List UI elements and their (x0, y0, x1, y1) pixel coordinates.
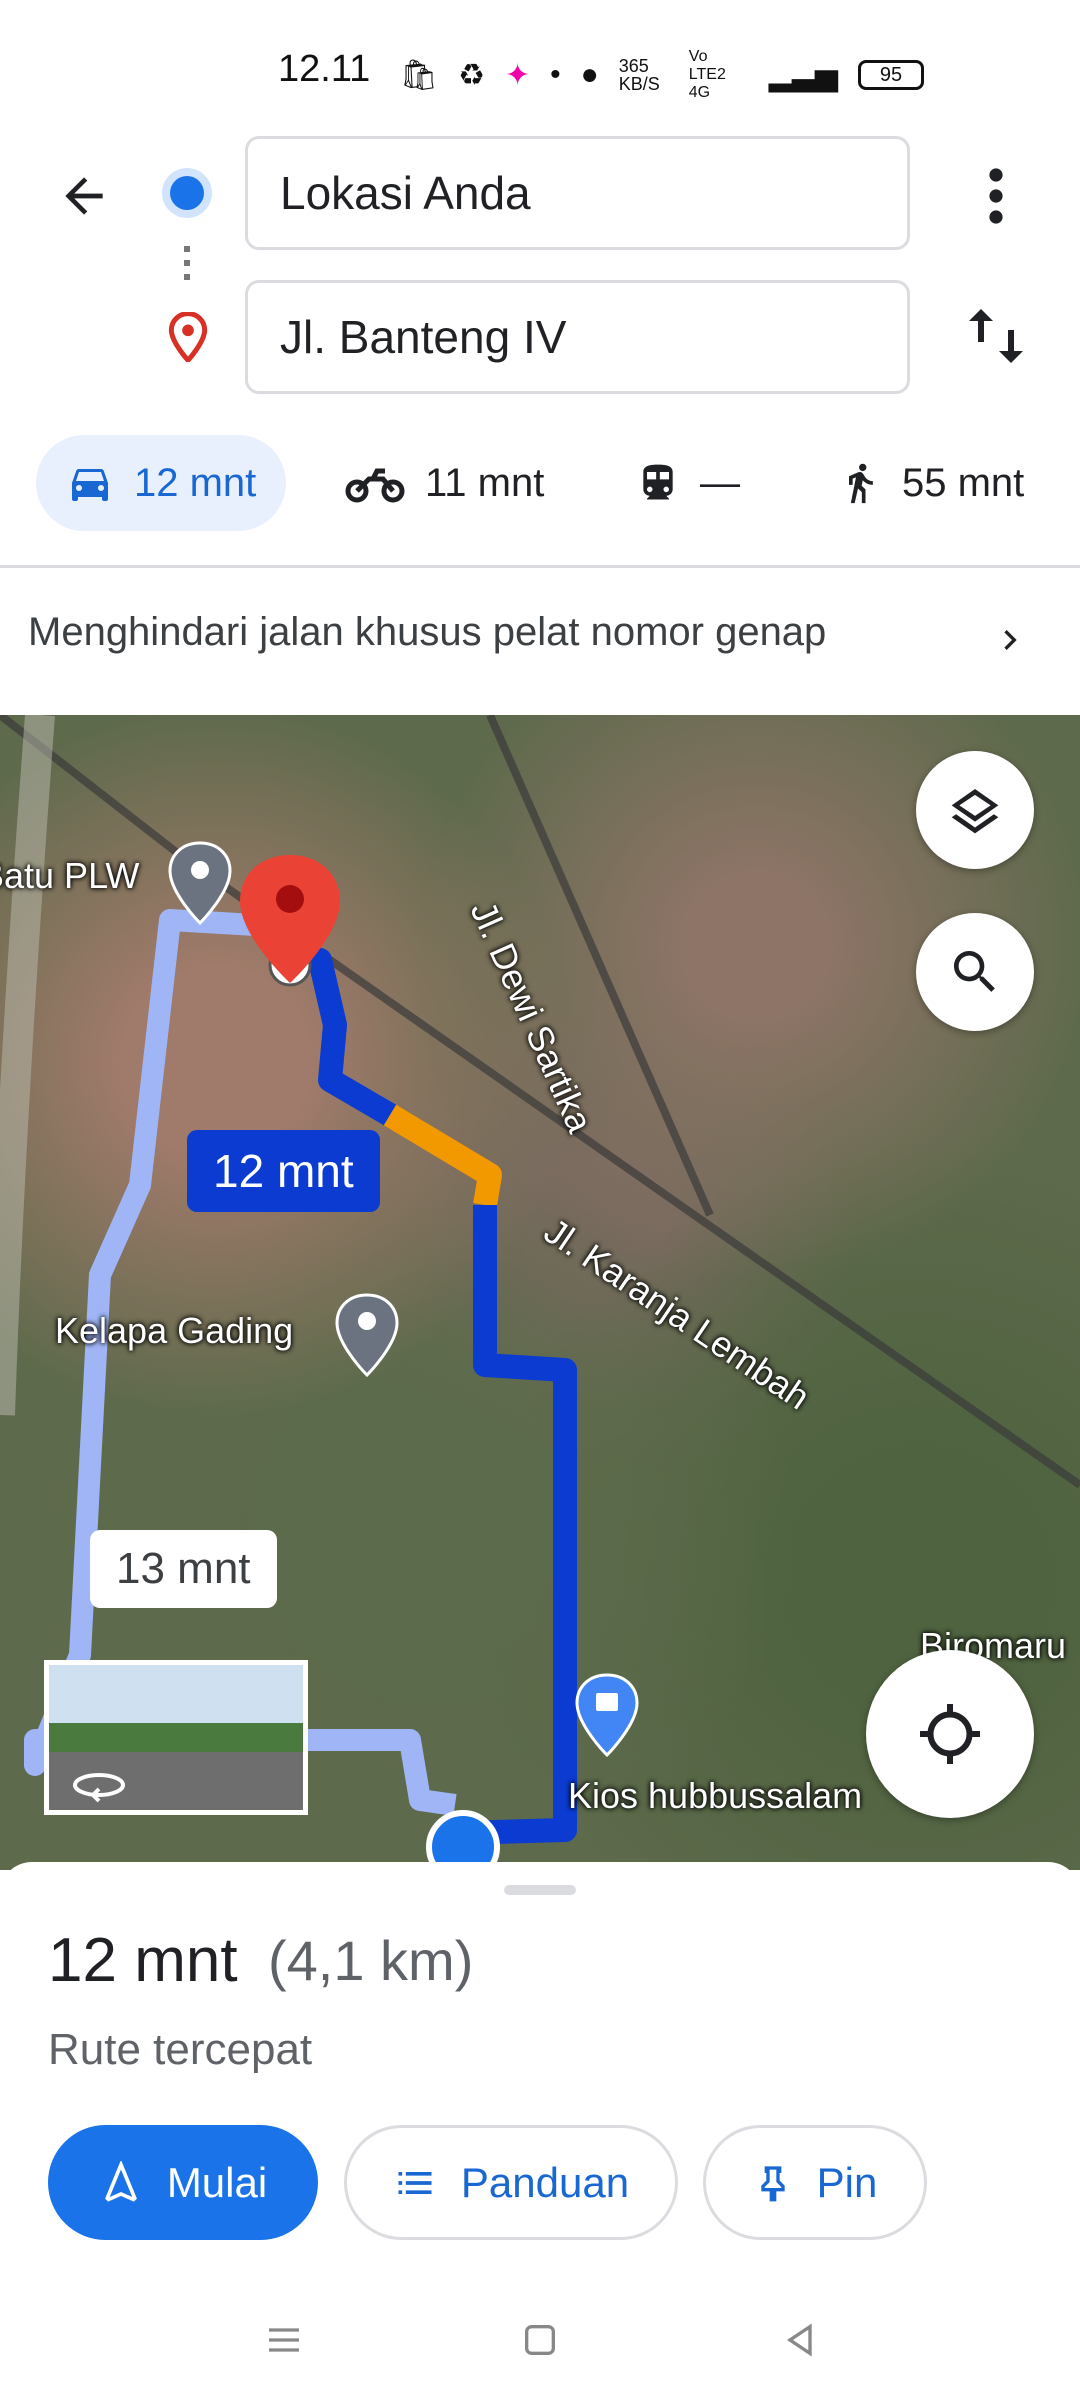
menu-icon (269, 2328, 299, 2352)
divider (0, 565, 1080, 568)
search-icon (954, 951, 995, 992)
alt-route-time-badge[interactable]: 13 mnt (90, 1530, 277, 1608)
tab-car-label: 12 mnt (134, 460, 257, 505)
back-triangle-icon (786, 2323, 812, 2357)
my-location-icon (920, 1704, 980, 1764)
tab-motorcycle-label: 11 mnt (425, 460, 545, 505)
tab-car[interactable]: 12 mnt (36, 435, 287, 531)
layers-icon (951, 789, 999, 834)
network-type: Vo LTE2 4G (688, 48, 726, 101)
origin-field[interactable]: Lokasi Anda (245, 136, 910, 250)
status-icons: 🛍 ♻ ✦ • ● 365 KB/S Vo LTE2 4G ▂▃▅ 95 (400, 48, 924, 102)
shopping-bag-icon: 🛍 (400, 58, 439, 92)
destination-field[interactable]: Jl. Banteng IV (245, 280, 910, 394)
route-notice[interactable]: Menghindari jalan khusus pelat nomor gen… (28, 610, 826, 655)
guide-button-label: Panduan (460, 2158, 630, 2206)
pin-button[interactable]: Pin (703, 2125, 927, 2240)
back-button[interactable] (48, 160, 120, 232)
guide-button[interactable]: Panduan (344, 2125, 678, 2240)
start-button[interactable]: Mulai (48, 2125, 318, 2240)
layers-button[interactable] (916, 751, 1034, 869)
my-location-button[interactable] (866, 1650, 1034, 1818)
star-icon: ✦ (505, 58, 531, 92)
chevron-right-icon[interactable] (990, 615, 1030, 665)
navigation-icon (104, 2160, 137, 2202)
route-description: Rute tercepat (48, 2025, 313, 2074)
swap-vertical-icon (969, 309, 1023, 363)
map-label-batu-plw: Batu PLW (0, 855, 140, 896)
tab-walk[interactable]: 55 mnt (838, 435, 1024, 531)
route-time-badge[interactable]: 12 mnt (187, 1130, 380, 1212)
search-map-button[interactable] (916, 913, 1034, 1031)
route-duration: 12 mnt (48, 1926, 238, 1995)
map-label-kios: Kios hubbussalam (568, 1775, 863, 1816)
swap-button[interactable] (960, 300, 1032, 372)
map-label-kelapa-gading: Kelapa Gading (55, 1310, 294, 1351)
start-button-label: Mulai (166, 2158, 268, 2206)
home-nav-button[interactable] (520, 2320, 560, 2365)
pin-icon (760, 2165, 785, 2201)
tab-walk-label: 55 mnt (902, 460, 1025, 505)
network-speed: 365 KB/S (618, 56, 660, 94)
sheet-drag-handle[interactable] (504, 1885, 576, 1895)
car-icon (72, 469, 108, 501)
motorcycle-icon (345, 468, 405, 503)
back-nav-button[interactable] (780, 2320, 820, 2365)
route-distance: (4,1 km) (268, 1929, 474, 1992)
status-time: 12.11 (278, 48, 371, 90)
sync-icon: ♻ (458, 58, 485, 92)
signal-icon: ▂▃▅ (768, 58, 838, 92)
home-square-icon (525, 2325, 555, 2355)
location-icon: ● (580, 58, 599, 91)
dot-icon: • (550, 58, 561, 91)
transit-icon (643, 464, 673, 500)
battery-indicator: 95 (858, 60, 924, 90)
status-bar: 12.11 🛍 ♻ ✦ • ● 365 KB/S Vo LTE2 4G ▂▃▅ … (0, 0, 1080, 130)
tab-transit-label: — (700, 460, 740, 505)
system-nav-bar (0, 2300, 1080, 2400)
walk-icon (849, 463, 873, 504)
route-connector (184, 246, 190, 286)
rotate-360-icon (73, 1773, 125, 1803)
tab-transit[interactable]: — (636, 435, 740, 531)
more-vert-icon (989, 168, 1003, 224)
destination-pin-icon (168, 311, 208, 367)
pin-button-label: Pin (816, 2158, 878, 2206)
origin-dot-icon (170, 176, 204, 210)
menu-nav-button[interactable] (264, 2320, 304, 2365)
street-view-thumbnail[interactable] (44, 1660, 308, 1815)
arrow-back-icon (65, 177, 103, 215)
list-icon (398, 2171, 432, 2194)
more-options-button[interactable] (970, 160, 1022, 232)
tab-motorcycle[interactable]: 11 mnt (345, 435, 544, 531)
